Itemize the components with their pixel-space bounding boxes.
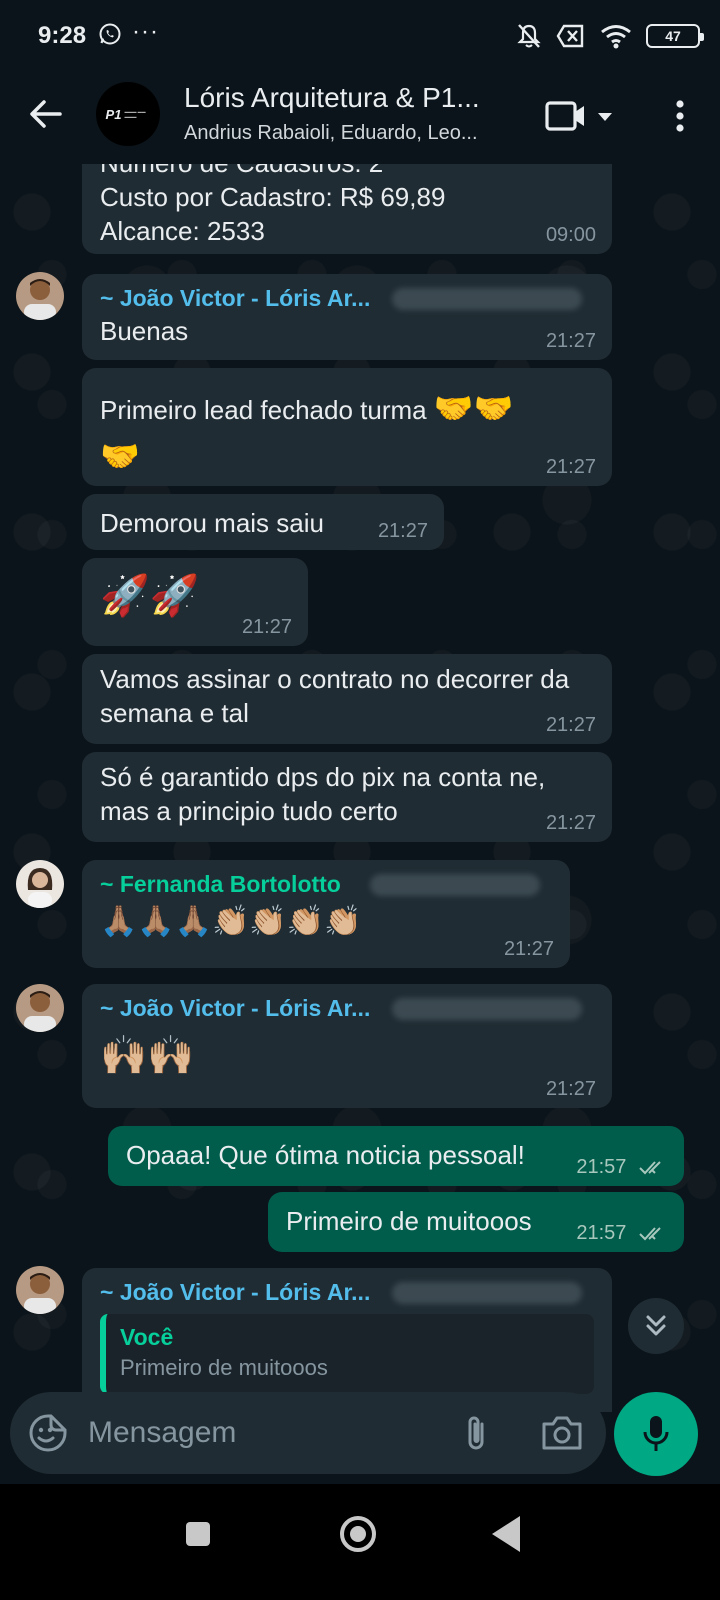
avatar[interactable]: [16, 272, 64, 320]
message-time: 21:27: [241, 616, 292, 638]
wifi-icon: [601, 25, 631, 49]
raised-hands-emoji: 🙌🏼🙌🏼: [100, 1033, 195, 1077]
group-logo-lines: ▬▬▬ ▬▬ ▬▬▬: [124, 109, 146, 119]
voice-message-button[interactable]: [614, 1392, 698, 1476]
whatsapp-chat-screen: 9:28 ··· 47 P1 ▬▬▬ ▬▬ ▬▬▬ Lóris Arquitet…: [0, 0, 720, 1600]
group-avatar[interactable]: P1 ▬▬▬ ▬▬ ▬▬▬: [96, 82, 160, 146]
avatar[interactable]: [16, 860, 64, 908]
quoted-text: Primeiro de muitooos: [120, 1355, 328, 1380]
message-bubble[interactable]: Demorou mais saiu 21:27: [82, 494, 444, 550]
outgoing-message-bubble[interactable]: Primeiro de muitooos 21:57: [268, 1192, 684, 1252]
group-participants[interactable]: Andrius Rabaioli, Eduardo, Leo...: [184, 122, 514, 145]
message-bubble[interactable]: Só é garantido dps do pix na conta ne, m…: [82, 752, 612, 842]
no-sim-icon: [556, 24, 584, 48]
message-bubble[interactable]: 🚀🚀 21:27: [82, 558, 308, 646]
sender-phone-redacted: [392, 288, 582, 310]
person-avatar-icon: [16, 984, 64, 1032]
message-text: Só é garantido dps do pix na conta ne, m…: [100, 762, 546, 826]
chat-header: P1 ▬▬▬ ▬▬ ▬▬▬ Lóris Arquitetura & P1... …: [0, 70, 720, 164]
message-text: Primeiro lead fechado turma 🤝🤝: [100, 382, 594, 434]
message-text: Vamos assinar o contrato no decorrer da …: [100, 664, 570, 728]
avatar[interactable]: [16, 1266, 64, 1314]
message-time: 21:27: [545, 714, 596, 736]
message-text: Número de Cadastros: 2: [100, 164, 594, 180]
status-time: 9:28: [38, 22, 87, 49]
camera-icon[interactable]: [540, 1414, 584, 1452]
emoji-sticker-icon[interactable]: [28, 1413, 68, 1453]
quoted-message[interactable]: Você Primeiro de muitooos: [100, 1314, 594, 1394]
system-navigation-bar: [0, 1484, 720, 1600]
message-text-content: Primeiro lead fechado turma: [100, 395, 427, 425]
message-bubble[interactable]: ~ João Victor - Lóris Ar... 🙌🏼🙌🏼 21:27: [82, 984, 612, 1108]
message-list[interactable]: Número de Cadastros: 2 Custo por Cadastr…: [0, 164, 720, 1412]
message-time: 21:27: [545, 330, 596, 352]
video-call-icon[interactable]: [544, 98, 620, 134]
recent-apps-button[interactable]: [186, 1522, 210, 1546]
home-button[interactable]: [332, 1508, 384, 1560]
group-name[interactable]: Lóris Arquitetura & P1...: [184, 82, 514, 114]
chevron-down-icon: [598, 113, 612, 121]
battery-level: 47: [665, 28, 681, 44]
message-bubble[interactable]: Vamos assinar o contrato no decorrer da …: [82, 654, 612, 744]
outgoing-message-bubble[interactable]: Opaaa! Que ótima noticia pessoal! 21:57: [108, 1126, 684, 1186]
message-text: Buenas: [100, 316, 189, 346]
group-logo: P1: [105, 106, 122, 122]
whatsapp-notification-icon: [99, 23, 121, 45]
message-time: 21:27: [377, 520, 428, 542]
message-time: 21:57: [576, 1222, 668, 1244]
message-time-text: 21:57: [576, 1222, 627, 1244]
sender-phone-redacted: [370, 874, 540, 896]
person-avatar-icon: [16, 272, 64, 320]
message-input[interactable]: Mensagem: [88, 1416, 236, 1450]
message-time: 21:27: [503, 938, 554, 960]
rocket-emoji: 🚀🚀: [100, 573, 200, 619]
attach-icon[interactable]: [458, 1412, 494, 1454]
system-back-button[interactable]: [488, 1512, 524, 1556]
message-time: 21:27: [545, 456, 596, 478]
quoted-author: Você: [120, 1324, 174, 1350]
handshake-emoji: 🤝: [100, 437, 140, 475]
sender-phone-redacted: [392, 998, 582, 1020]
message-time: 21:27: [545, 812, 596, 834]
person-avatar-icon: [16, 1266, 64, 1314]
back-arrow-icon[interactable]: [26, 94, 66, 134]
battery-icon: 47: [646, 24, 704, 48]
message-time: 21:27: [545, 1078, 596, 1100]
handshake-emoji: 🤝🤝: [433, 389, 514, 427]
delivered-ticks-icon: [639, 1161, 661, 1175]
sender-phone-redacted: [392, 1282, 582, 1304]
more-options-icon[interactable]: [664, 96, 696, 136]
message-time: 09:00: [545, 224, 596, 246]
avatar[interactable]: [16, 984, 64, 1032]
message-bubble[interactable]: Número de Cadastros: 2 Custo por Cadastr…: [82, 164, 612, 254]
pray-clap-emoji: 🙏🏽🙏🏽🙏🏽👏🏼👏🏼👏🏼👏🏼: [100, 904, 362, 939]
microphone-icon: [643, 1416, 669, 1451]
message-text: Custo por Cadastro: R$ 69,89: [100, 182, 446, 212]
message-bubble[interactable]: ~ Fernanda Bortolotto 🙏🏽🙏🏽🙏🏽👏🏼👏🏼👏🏼👏🏼 21:…: [82, 860, 570, 968]
more-notifications-icon: ···: [132, 18, 159, 45]
delivered-ticks-icon: [639, 1227, 661, 1241]
person-avatar-icon: [16, 860, 64, 908]
message-composer[interactable]: Mensagem: [10, 1392, 606, 1474]
message-text: Alcance: 2533: [100, 216, 265, 246]
message-time-text: 21:57: [576, 1156, 627, 1178]
mute-notifications-icon: [517, 24, 541, 48]
message-time: 21:57: [576, 1156, 668, 1178]
status-icons: 47: [516, 22, 704, 50]
scroll-to-bottom-button[interactable]: [628, 1298, 684, 1354]
message-bubble[interactable]: ~ João Victor - Lóris Ar... Buenas 21:27: [82, 274, 612, 360]
message-bubble[interactable]: Primeiro lead fechado turma 🤝🤝 🤝 21:27: [82, 368, 612, 486]
message-bubble[interactable]: ~ João Victor - Lóris Ar... Você Primeir…: [82, 1268, 612, 1412]
double-chevron-down-icon: [646, 1315, 666, 1336]
status-bar: 9:28 ··· 47: [0, 0, 720, 70]
